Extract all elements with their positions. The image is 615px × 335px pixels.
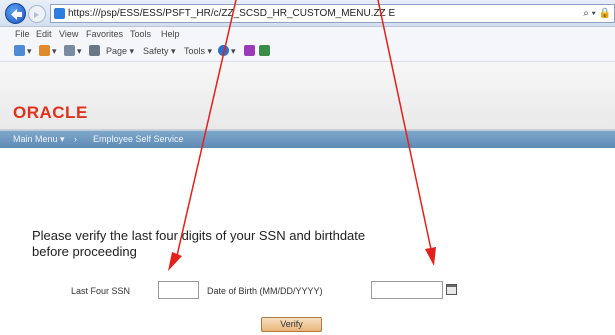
oracle-header (0, 62, 615, 130)
forward-button[interactable] (28, 5, 46, 23)
help-icon[interactable] (218, 45, 229, 56)
url-path: /psp/ESS/ESS/PSFT_HR/c/ZZ_SCSD_HR_CUSTOM… (98, 8, 396, 19)
addon-icon[interactable] (259, 45, 270, 56)
command-bar: ▾ ▾ ▾ Page ▾ Safety ▾ Tools ▾ ▾ (0, 41, 615, 62)
menu-bar: File Edit View Favorites Tools Help (0, 27, 615, 41)
feeds-icon[interactable] (39, 45, 50, 56)
breadcrumb-separator: › (74, 134, 77, 144)
url-prefix: https:// (68, 8, 99, 19)
mail-dropdown[interactable]: ▾ (77, 46, 82, 57)
back-button[interactable] (5, 3, 26, 24)
dob-input[interactable] (371, 281, 443, 299)
menu-tools[interactable]: Tools (130, 29, 151, 39)
ssn-label: Last Four SSN (71, 286, 131, 296)
menu-file[interactable]: File (15, 29, 30, 39)
main-menu-link[interactable]: Main Menu ▾ (13, 134, 65, 145)
search-lock-icons[interactable]: ⌕ ▾ 🔒 (580, 5, 614, 22)
page-menu[interactable]: Page ▾ (106, 46, 134, 57)
menu-view[interactable]: View (59, 29, 78, 39)
home-icon[interactable] (14, 45, 25, 56)
page-icon (54, 8, 65, 19)
menu-edit[interactable]: Edit (36, 29, 52, 39)
menu-favorites[interactable]: Favorites (86, 29, 123, 39)
arrow-right-icon (34, 12, 39, 18)
home-dropdown[interactable]: ▾ (27, 46, 32, 57)
oracle-logo: ORACLE (13, 103, 88, 122)
tools-menu[interactable]: Tools ▾ (184, 46, 212, 57)
calendar-icon[interactable] (446, 284, 457, 295)
safety-menu[interactable]: Safety ▾ (143, 46, 176, 57)
menu-help[interactable]: Help (161, 29, 180, 39)
browser-address-bar: https:///psp/ESS/ESS/PSFT_HR/c/ZZ_SCSD_H… (0, 0, 615, 27)
verification-prompt: Please verify the last four digits of yo… (32, 228, 492, 260)
employee-self-service-link[interactable]: Employee Self Service (93, 134, 184, 144)
prompt-line-2: before proceeding (32, 244, 137, 259)
research-icon[interactable] (244, 45, 255, 56)
navigation-bar: Main Menu ▾ › Employee Self Service (0, 130, 615, 148)
arrow-left-icon (11, 9, 22, 20)
dob-label: Date of Birth (MM/DD/YYYY) (207, 286, 323, 296)
prompt-line-1: Please verify the last four digits of yo… (32, 228, 366, 243)
help-dropdown[interactable]: ▾ (231, 46, 236, 57)
mail-icon[interactable] (64, 45, 75, 56)
url-field[interactable]: https:///psp/ESS/ESS/PSFT_HR/c/ZZ_SCSD_H… (50, 4, 615, 23)
ssn-input[interactable] (158, 281, 199, 299)
feeds-dropdown[interactable]: ▾ (52, 46, 57, 57)
verify-button[interactable]: Verify (261, 317, 322, 332)
print-icon[interactable] (89, 45, 100, 56)
